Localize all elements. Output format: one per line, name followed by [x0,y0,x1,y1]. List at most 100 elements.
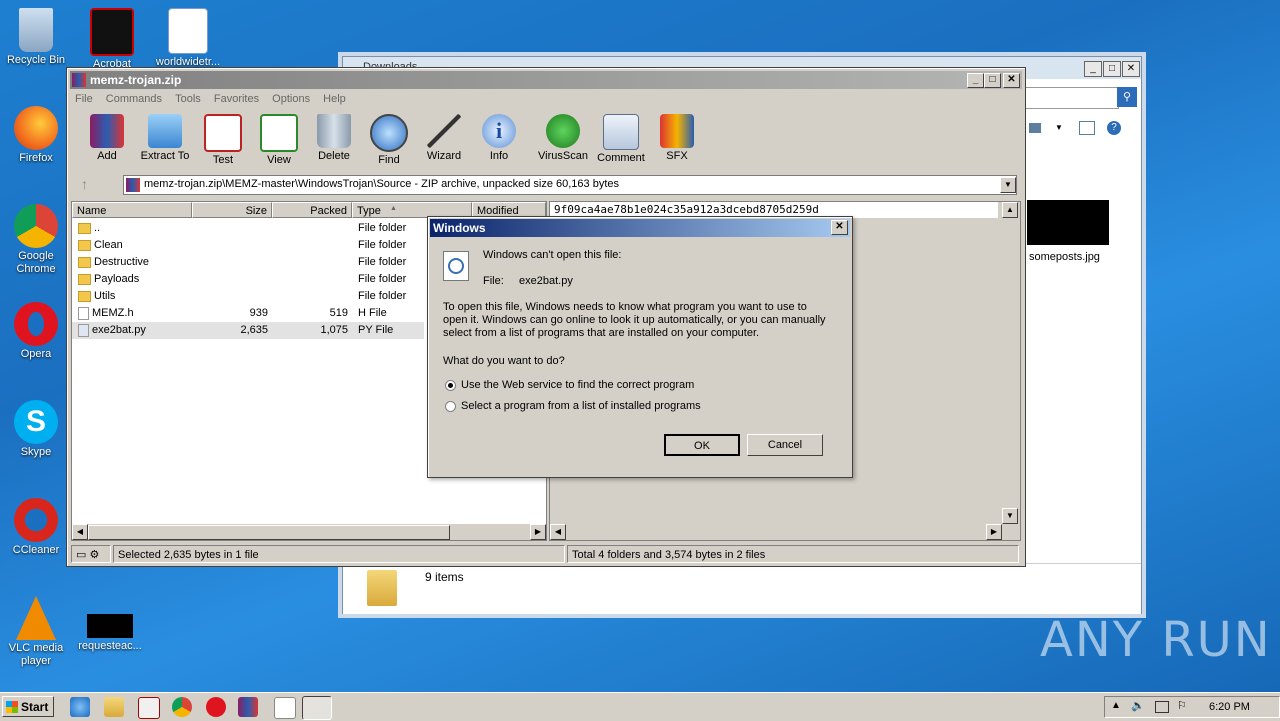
maximize-button[interactable]: □ [1103,61,1121,77]
file-row[interactable]: Destructive File folder [72,254,424,271]
cancel-button[interactable]: Cancel [747,434,823,456]
menu-file[interactable]: File [75,93,93,105]
clock[interactable]: 6:20 PM [1209,701,1250,713]
watermark: ANY RUN [1040,612,1272,668]
file-explorer-icon[interactable] [104,697,124,717]
scroll-left-icon[interactable]: ◀ [550,524,566,540]
scroll-right-icon[interactable]: ▶ [530,524,546,540]
chevron-down-icon[interactable]: ▼ [1055,123,1063,132]
volume-icon[interactable]: 🔈 [1131,699,1145,712]
dialog-body: To open this file, Windows needs to know… [443,301,826,339]
desktop-icon-word-doc[interactable]: worldwidetr... [152,8,224,69]
open-with-dialog[interactable]: Windows ✕ Windows can't open this file: … [427,216,853,478]
opera-icon [14,302,58,346]
file-type: File folder [358,256,407,268]
winrar-taskbar-icon[interactable] [238,697,258,717]
file-row[interactable]: Utils File folder [72,288,424,305]
file-icon [78,306,89,320]
scrollbar-thumb[interactable] [88,525,450,540]
toolbar-add-button[interactable]: Add [79,112,135,162]
toolbar-delete-button[interactable]: Delete [306,112,362,162]
start-label: Start [21,700,49,714]
close-button[interactable]: ✕ [831,220,848,235]
ok-button[interactable]: OK [664,434,740,456]
option-select-program[interactable]: Select a program from a list of installe… [445,400,701,412]
toolbar-comment-button[interactable]: Comment [593,112,649,164]
path-dropdown-chevron-icon[interactable]: ▼ [1000,177,1016,193]
column-header-name[interactable]: Name [72,202,192,218]
menu-commands[interactable]: Commands [106,93,162,105]
desktop-icon-skype[interactable]: S Skype [0,400,72,459]
radio-selected[interactable] [445,379,456,391]
toolbar-virusscan-button[interactable]: VirusScan [535,112,591,162]
file-row[interactable]: Payloads File folder [72,271,424,288]
close-button[interactable]: ✕ [1122,61,1140,77]
dialog-titlebar[interactable]: Windows ✕ [430,219,850,237]
winrar-titlebar[interactable]: memz-trojan.zip _ □ ✕ [70,71,1022,89]
internet-explorer-icon[interactable] [70,697,90,717]
folder-icon [78,290,91,302]
path-input[interactable]: memz-trojan.zip\MEMZ-master\WindowsTroja… [123,175,1017,195]
desktop-icon-request[interactable]: requesteac... [74,614,146,653]
notepad-icon[interactable] [274,697,296,719]
scroll-right-icon[interactable]: ▶ [986,524,1002,540]
chrome-icon[interactable] [172,697,192,717]
maximize-button[interactable]: □ [984,73,1001,88]
explorer-search-input[interactable] [1023,87,1119,109]
menu-bar: File Commands Tools Favorites Options He… [71,90,352,108]
toolbar-view-button[interactable]: View [251,112,307,166]
desktop-icon-acrobat[interactable]: Acrobat [76,8,148,71]
toolbar-test-button[interactable]: Test [195,112,251,166]
close-button[interactable]: ✕ [1003,73,1020,88]
toolbar-sfx-button[interactable]: SFX [649,112,705,162]
menu-options[interactable]: Options [272,93,310,105]
toolbar-info-button[interactable]: i Info [471,112,527,162]
scroll-down-icon[interactable]: ▼ [1002,508,1018,524]
scroll-up-icon[interactable]: ▲ [1002,202,1018,218]
toolbar-extract-button[interactable]: Extract To [137,112,193,162]
toolbar-find-button[interactable]: Find [361,112,417,166]
file-row[interactable]: MEMZ.h 939 519 H File [72,305,424,322]
desktop-icon-ccleaner[interactable]: CCleaner [0,498,72,557]
file-row[interactable]: Clean File folder [72,237,424,254]
status-selected: Selected 2,635 bytes in 1 file [113,545,565,563]
minimize-button[interactable]: _ [1084,61,1102,77]
option-web-service[interactable]: Use the Web service to find the correct … [445,379,694,391]
network-icon[interactable] [1155,701,1169,713]
menu-favorites[interactable]: Favorites [214,93,259,105]
desktop-icon-chrome[interactable]: Google Chrome [0,204,72,276]
column-header-size[interactable]: Size [192,202,272,218]
file-row[interactable]: .. File folder [72,220,424,237]
menu-tools[interactable]: Tools [175,93,201,105]
file-row-selected[interactable]: exe2bat.py 2,635 1,075 PY File [72,322,424,339]
opera-icon[interactable] [206,697,226,717]
minimize-button[interactable]: _ [967,73,984,88]
column-header-packed[interactable]: Packed [272,202,352,218]
chevron-up-icon[interactable]: ▲ [1111,700,1121,711]
up-arrow-icon[interactable]: ↑ [81,176,88,192]
items-count: 9 items [425,570,464,584]
desktop-icon-recycle-bin[interactable]: Recycle Bin [0,8,72,67]
horizontal-scrollbar[interactable]: ◀ ▶ [72,524,546,540]
toolbar-wizard-button[interactable]: Wizard [416,112,472,162]
media-player-icon[interactable] [138,697,160,719]
help-icon[interactable]: ? [1107,121,1121,135]
view-options-icon[interactable] [1029,123,1041,133]
start-button[interactable]: Start [2,696,54,717]
scroll-left-icon[interactable]: ◀ [72,524,88,540]
desktop-icon-firefox[interactable]: Firefox [0,106,72,165]
file-name: Payloads [94,273,140,285]
active-window-button[interactable] [302,696,332,720]
desktop-icon-opera[interactable]: Opera [0,302,72,361]
desktop-icon-vlc[interactable]: VLC media player [0,596,72,668]
preview-pane-icon[interactable] [1079,121,1095,135]
menu-help[interactable]: Help [323,93,346,105]
thumbnail-label: someposts.jpg [1029,251,1100,263]
radio-unselected[interactable] [445,400,456,412]
search-icon[interactable]: ⚲ [1117,87,1137,107]
image-thumbnail[interactable] [1027,200,1109,245]
unknown-file-icon [443,251,469,281]
flag-icon[interactable]: ⚐ [1177,699,1187,712]
python-file-icon [78,323,89,337]
drive-icon: ▭ ⚙ [71,545,111,563]
